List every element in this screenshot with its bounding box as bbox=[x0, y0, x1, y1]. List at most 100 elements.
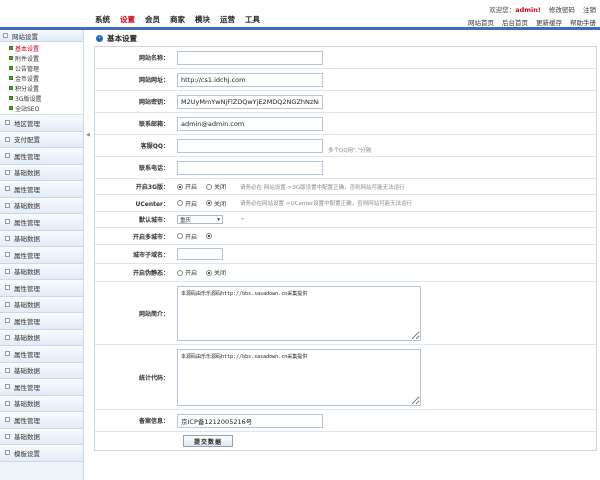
icp-input[interactable] bbox=[177, 413, 323, 428]
sidebar-group[interactable]: 基础数据 bbox=[0, 296, 83, 313]
nav-divider bbox=[0, 27, 600, 30]
stats-label: 统计代码： bbox=[138, 374, 169, 382]
sidebar-group[interactable]: 基础数据 bbox=[0, 263, 83, 280]
multicity-label: 开启多城市： bbox=[132, 233, 169, 241]
email-input[interactable] bbox=[177, 116, 323, 131]
change-password-link[interactable]: 修改密码 bbox=[549, 6, 575, 14]
sidebar-group[interactable]: 属性管理 bbox=[0, 247, 83, 264]
sidebar-sub-item[interactable]: 附件设置 bbox=[0, 53, 83, 63]
icp-label: 备案信息： bbox=[138, 418, 169, 425]
sidebar-group[interactable]: 属性管理 bbox=[0, 181, 83, 198]
sidebar-group[interactable]: 属性管理 bbox=[0, 148, 83, 165]
nav-item[interactable]: 会员 bbox=[145, 14, 160, 25]
quick-link[interactable]: 帮助手册 bbox=[570, 19, 596, 27]
sidebar-sub-item[interactable]: 基本设置 bbox=[0, 43, 83, 53]
sidebar-group-label: 属性管理 bbox=[14, 185, 40, 194]
stats-textarea[interactable]: 本源码由乐乐源码http://bbs.sasadown.cn采集提供 bbox=[177, 348, 421, 406]
sidebar-group[interactable]: 地区管理 bbox=[0, 115, 83, 132]
sidebar-sub-item[interactable]: 积分设置 bbox=[0, 83, 83, 93]
sidebar-group-label: 属性管理 bbox=[14, 152, 40, 161]
site-key-input[interactable] bbox=[177, 94, 323, 109]
sidebar-group[interactable]: 基础数据 bbox=[0, 329, 83, 346]
sidebar-group[interactable]: 基础数据 bbox=[0, 428, 83, 445]
site-name-input[interactable] bbox=[177, 50, 323, 65]
city-select[interactable]: 重庆 ▾ bbox=[177, 215, 223, 224]
sidebar-group[interactable]: 模板设置 bbox=[0, 445, 83, 462]
sidebar-group-label: 基础数据 bbox=[14, 367, 40, 376]
nav-item[interactable]: 模块 bbox=[195, 14, 210, 25]
qq-input[interactable] bbox=[177, 138, 323, 153]
sidebar-head-site-settings[interactable]: 网站设置 bbox=[0, 30, 83, 42]
sidebar-sub-item[interactable]: 3G版设置 bbox=[0, 93, 83, 103]
static-on-radio[interactable]: 开启 bbox=[177, 268, 197, 277]
panel-title: 基本设置 bbox=[107, 33, 137, 43]
quick-link[interactable]: 网站首页 bbox=[468, 19, 494, 27]
sidebar-group[interactable]: 属性管理 bbox=[0, 313, 83, 330]
row-3g: 开启3G版： 开启 关闭 请务必在 网站设置->3G版设置中配置正确，否则网站可… bbox=[95, 179, 596, 195]
row-email: 联系邮箱： bbox=[95, 113, 596, 135]
subdomain-input[interactable] bbox=[177, 248, 223, 260]
qq-hint: 多个QQ用","分隔 bbox=[328, 148, 371, 154]
sidebar-sub-item[interactable]: 公告管理 bbox=[0, 63, 83, 73]
intro-textarea[interactable]: 本源码由乐乐源码http://bbs.sasadown.cn采集提供 bbox=[177, 285, 421, 341]
collapse-box-icon bbox=[5, 318, 10, 324]
site-url-input[interactable] bbox=[177, 72, 323, 87]
top-bar: 系统 设置 会员 商家 模块 运营 工具 欢迎您：admin! 修改密码 注销 网站首页 后台… bbox=[0, 0, 600, 30]
sidebar-group-label: 属性管理 bbox=[14, 350, 40, 359]
chevron-down-icon: ▾ bbox=[217, 216, 220, 223]
bullet-icon bbox=[9, 86, 13, 90]
submit-button[interactable]: 提交数据 bbox=[183, 435, 234, 447]
nav-item[interactable]: 设置 bbox=[120, 14, 135, 25]
sidebar-sub-item[interactable]: 金币设置 bbox=[0, 73, 83, 83]
nav-item[interactable]: 系统 bbox=[95, 14, 110, 25]
logout-link[interactable]: 注销 bbox=[583, 6, 596, 14]
uc-hint: 请务必在网站设置->UCenter设置中配置正确，否则网站可能无法运行 bbox=[240, 201, 413, 207]
multicity-second-radio[interactable] bbox=[206, 233, 214, 239]
sidebar-toggle-icon[interactable]: ◀ bbox=[86, 132, 90, 138]
loading-mark-icon: ⁃ bbox=[241, 216, 244, 223]
static-off-radio[interactable]: 关闭 bbox=[206, 268, 226, 277]
sidebar-group-label: 属性管理 bbox=[14, 317, 40, 326]
sidebar-sub-item-label: 积分设置 bbox=[15, 85, 40, 93]
sidebar-group[interactable]: 基础数据 bbox=[0, 230, 83, 247]
welcome-prefix: 欢迎您： bbox=[489, 6, 516, 14]
collapse-box-icon bbox=[5, 136, 10, 142]
sidebar-sub-item-label: 全站SEO bbox=[15, 105, 40, 113]
sidebar-group-label: 支付配置 bbox=[14, 136, 40, 145]
g3-on-radio[interactable]: 开启 bbox=[177, 182, 197, 191]
sidebar-group[interactable]: 属性管理 bbox=[0, 214, 83, 231]
nav-item[interactable]: 运营 bbox=[220, 14, 235, 25]
sidebar-sub-item[interactable]: 全站SEO bbox=[0, 103, 83, 113]
sidebar-group[interactable]: 属性管理 bbox=[0, 280, 83, 297]
sidebar-group[interactable]: 基础数据 bbox=[0, 164, 83, 181]
collapse-box-icon bbox=[5, 417, 10, 423]
sidebar-group[interactable]: 属性管理 bbox=[0, 412, 83, 429]
collapse-box-icon bbox=[3, 33, 8, 38]
nav-item[interactable]: 商家 bbox=[170, 14, 185, 25]
radio-empty-icon bbox=[177, 233, 183, 239]
sidebar-group-label: 基础数据 bbox=[14, 268, 40, 277]
g3-off-radio[interactable]: 关闭 bbox=[206, 182, 226, 191]
static-label: 开启伪静态： bbox=[132, 270, 169, 277]
sidebar-group[interactable]: 基础数据 bbox=[0, 362, 83, 379]
sidebar-group[interactable]: 支付配置 bbox=[0, 131, 83, 148]
phone-input[interactable] bbox=[177, 160, 323, 175]
sidebar-group[interactable]: 基础数据 bbox=[0, 395, 83, 412]
quick-link[interactable]: 后台首页 bbox=[502, 19, 528, 27]
sidebar-group-label: 基础数据 bbox=[14, 400, 40, 409]
nav-item[interactable]: 工具 bbox=[245, 14, 260, 25]
row-intro: 网站简介： 本源码由乐乐源码http://bbs.sasadown.cn采集提供 bbox=[95, 282, 596, 345]
multicity-on-radio[interactable]: 开启 bbox=[177, 232, 197, 241]
static-off-label: 关闭 bbox=[214, 270, 227, 277]
sidebar-sub-item-label: 金币设置 bbox=[15, 75, 40, 83]
sidebar-group[interactable]: 基础数据 bbox=[0, 197, 83, 214]
sidebar-groups: 地区管理 支付配置 属性管理 基础数据 属性管理 基础数据 属性管理 基础数据 属性管理 基础数据… bbox=[0, 115, 83, 462]
collapse-box-icon bbox=[5, 285, 10, 291]
radio-empty-icon bbox=[177, 269, 183, 276]
sidebar-group[interactable]: 属性管理 bbox=[0, 346, 83, 363]
uc-on-radio[interactable]: 开启 bbox=[177, 199, 197, 208]
uc-off-radio[interactable]: 关闭 bbox=[206, 199, 226, 208]
sidebar-group[interactable]: 属性管理 bbox=[0, 379, 83, 396]
quick-link[interactable]: 更新缓存 bbox=[536, 19, 562, 27]
collapse-box-icon bbox=[5, 268, 10, 274]
